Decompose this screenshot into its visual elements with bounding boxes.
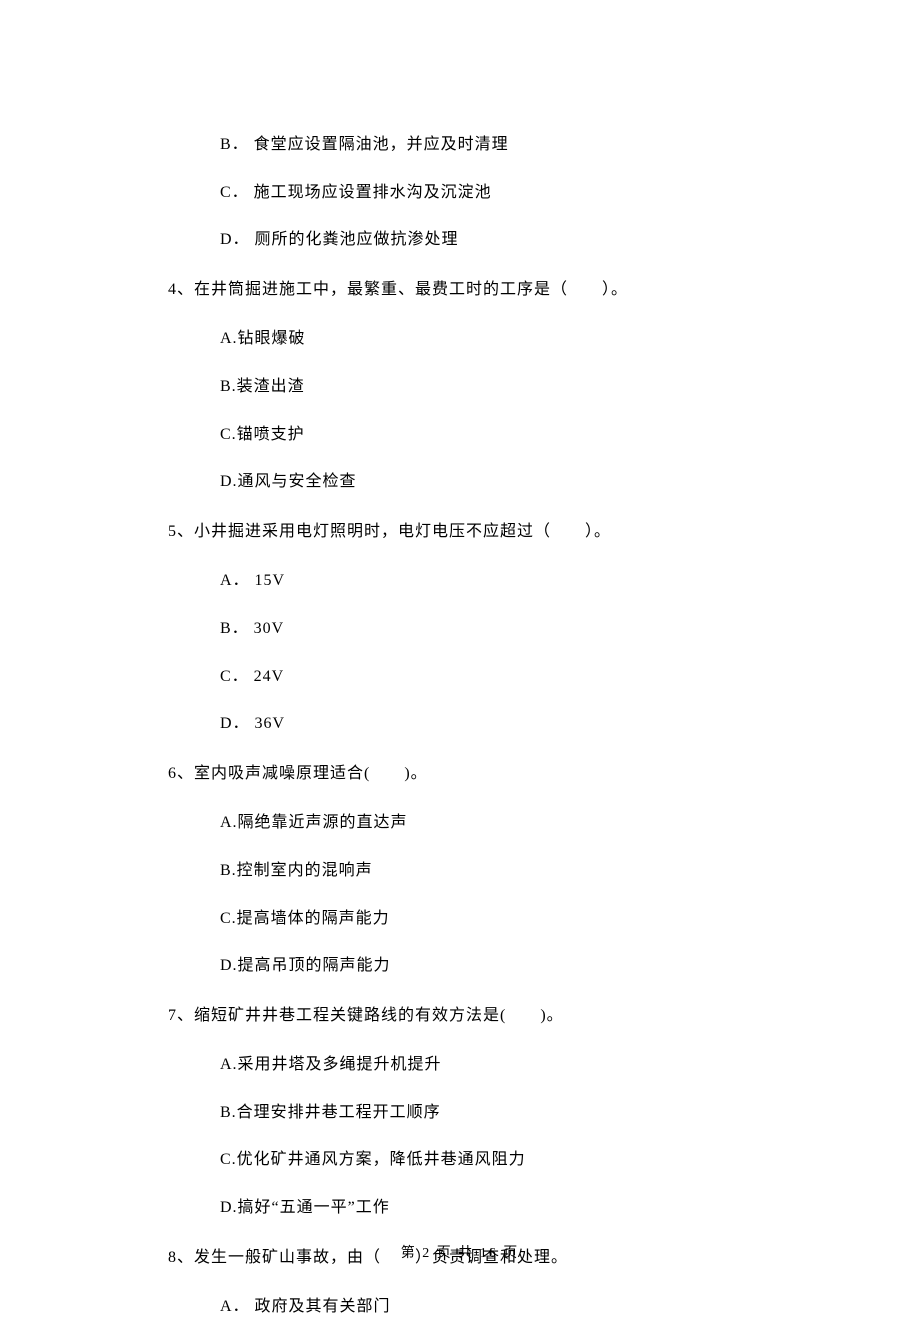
q7-option-d: D.搞好“五通一平”工作 xyxy=(168,1195,760,1221)
q4-option-a: A.钻眼爆破 xyxy=(168,326,760,352)
page-content: B． 食堂应设置隔油池，并应及时清理 C． 施工现场应设置排水沟及沉淀池 D． … xyxy=(0,0,920,1320)
q6-option-c: C.提高墙体的隔声能力 xyxy=(168,906,760,932)
q3-option-c: C． 施工现场应设置排水沟及沉淀池 xyxy=(168,180,760,206)
q6-stem: 6、室内吸声减噪原理适合( )。 xyxy=(168,761,760,787)
page-footer: 第 2 页 共 16 页 xyxy=(0,1242,920,1262)
q7-option-a: A.采用井塔及多绳提升机提升 xyxy=(168,1052,760,1078)
q7-option-b: B.合理安排井巷工程开工顺序 xyxy=(168,1100,760,1126)
q6-option-b: B.控制室内的混响声 xyxy=(168,858,760,884)
q5-option-c: C． 24V xyxy=(168,664,760,690)
q4-option-b: B.装渣出渣 xyxy=(168,374,760,400)
q4-stem: 4、在井筒掘进施工中，最繁重、最费工时的工序是（ ）。 xyxy=(168,277,760,303)
q7-stem: 7、缩短矿井井巷工程关键路线的有效方法是( )。 xyxy=(168,1003,760,1029)
q6-option-a: A.隔绝靠近声源的直达声 xyxy=(168,810,760,836)
q7-option-c: C.优化矿井通风方案，降低井巷通风阻力 xyxy=(168,1147,760,1173)
q3-option-b: B． 食堂应设置隔油池，并应及时清理 xyxy=(168,132,760,158)
q6-option-d: D.提高吊顶的隔声能力 xyxy=(168,953,760,979)
q5-option-b: B． 30V xyxy=(168,616,760,642)
q5-option-a: A． 15V xyxy=(168,568,760,594)
q8-option-a: A． 政府及其有关部门 xyxy=(168,1294,760,1320)
q4-option-d: D.通风与安全检查 xyxy=(168,469,760,495)
q3-option-d: D． 厕所的化粪池应做抗渗处理 xyxy=(168,227,760,253)
q4-option-c: C.锚喷支护 xyxy=(168,422,760,448)
q5-stem: 5、小井掘进采用电灯照明时，电灯电压不应超过（ ）。 xyxy=(168,519,760,545)
q5-option-d: D． 36V xyxy=(168,711,760,737)
